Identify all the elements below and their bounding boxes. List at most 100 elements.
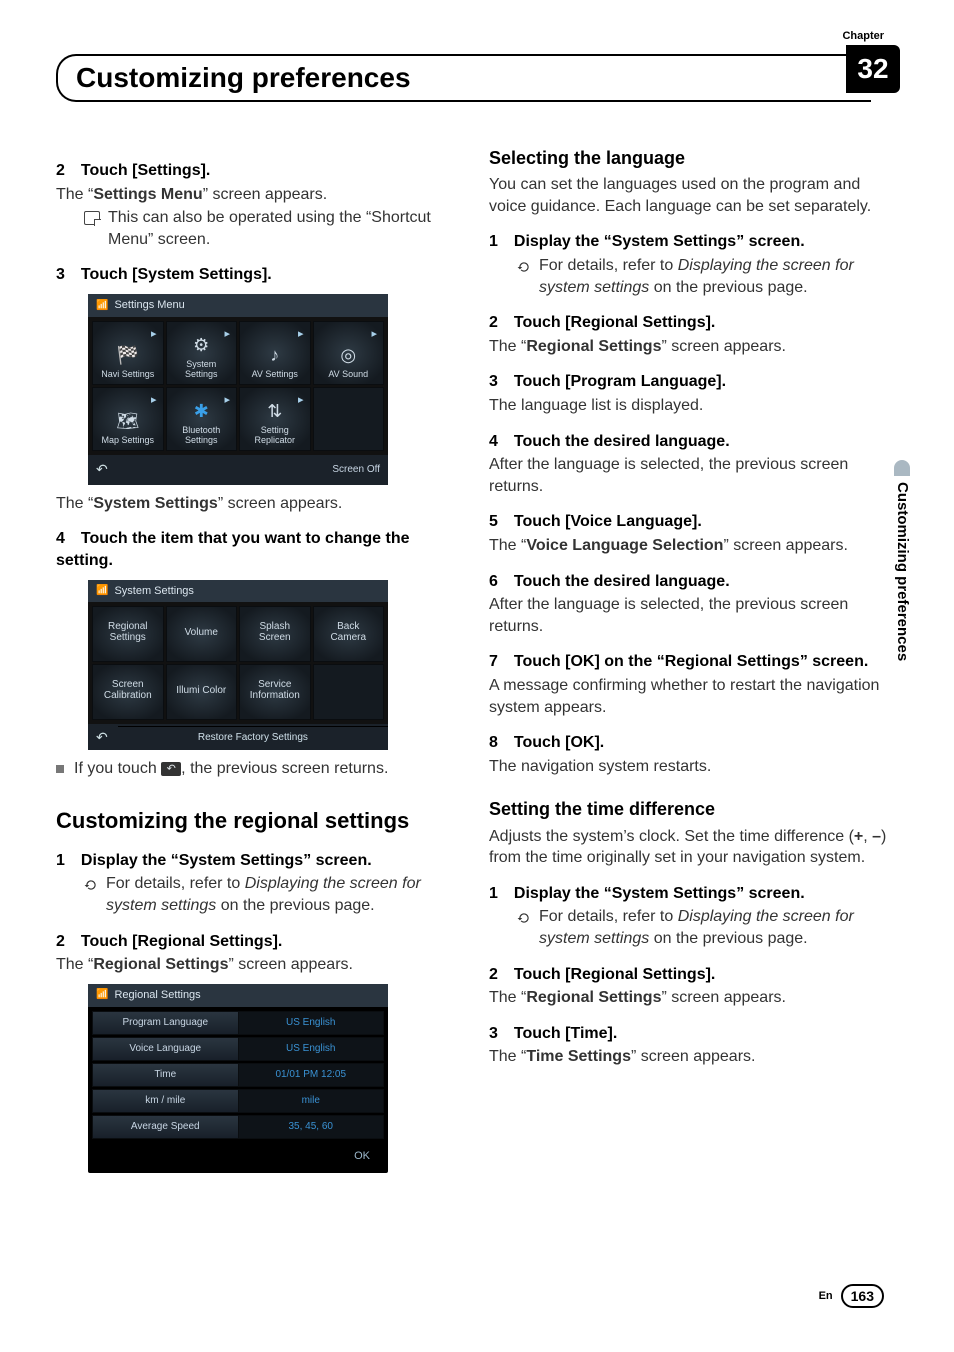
lang-step-3-line: The language list is displayed. xyxy=(489,395,898,417)
content-columns: 2 Touch [Settings]. The “Settings Menu” … xyxy=(56,146,898,1181)
table-row[interactable]: Voice Language US English xyxy=(92,1037,384,1061)
left-column: 2 Touch [Settings]. The “Settings Menu” … xyxy=(56,146,465,1181)
shot-title: Settings Menu xyxy=(114,298,184,313)
ref-text: For details, refer to Displaying the scr… xyxy=(106,873,465,916)
splash-screen-button[interactable]: Splash Screen xyxy=(239,606,311,662)
ref-text: For details, refer to Displaying the scr… xyxy=(539,255,898,298)
txt: on the previous page. xyxy=(216,897,374,914)
illumi-color-button[interactable]: Illumi Color xyxy=(166,664,238,720)
lang-step-6-head: 6 Touch the desired language. xyxy=(489,571,898,593)
setting-replicator-button[interactable]: ▸⇅Setting Replicator xyxy=(239,387,311,451)
step-3-head: 3 Touch [System Settings]. xyxy=(56,264,465,286)
lang-step-1-ref: For details, refer to Displaying the scr… xyxy=(489,255,898,298)
txt: For details, refer to xyxy=(106,875,245,892)
volume-button[interactable]: Volume xyxy=(166,606,238,662)
txt: The “ xyxy=(489,989,526,1006)
reference-arrow-icon xyxy=(517,910,531,924)
page: Chapter 32 Customizing preferences Custo… xyxy=(0,0,954,1352)
lang-step-3-head: 3 Touch [Program Language]. xyxy=(489,371,898,393)
empty-cell xyxy=(313,387,385,451)
screen-calibration-button[interactable]: Screen Calibration xyxy=(92,664,164,720)
page-title: Customizing preferences xyxy=(76,62,411,94)
system-settings-grid: Regional Settings Volume Splash Screen B… xyxy=(88,602,388,724)
lang-step-5-line: The “Voice Language Selection” screen ap… xyxy=(489,535,898,557)
label: Map Settings xyxy=(101,436,154,446)
bluetooth-settings-button[interactable]: ▸✱Bluetooth Settings xyxy=(166,387,238,451)
screen-off-button[interactable]: Screen Off xyxy=(332,463,380,477)
time-step-1-head: 1 Display the “System Settings” screen. xyxy=(489,883,898,905)
shot-title: Regional Settings xyxy=(114,988,200,1003)
regional-settings-button[interactable]: Regional Settings xyxy=(92,606,164,662)
side-tab-label: Customizing preferences xyxy=(894,476,911,661)
txt: ” screen appears. xyxy=(661,338,786,355)
settings-grid: ▸🏁Navi Settings ▸⚙System Settings ▸♪AV S… xyxy=(88,317,388,455)
row-value: US English xyxy=(238,1037,385,1061)
label: Regional Settings xyxy=(108,621,147,643)
footer-page-number: 163 xyxy=(841,1284,884,1308)
service-information-button[interactable]: Service Information xyxy=(239,664,311,720)
bold: Regional Settings xyxy=(93,956,228,973)
label: Bluetooth Settings xyxy=(182,426,220,446)
table-row[interactable]: Time 01/01 PM 12:05 xyxy=(92,1063,384,1087)
note-text: This can also be operated using the “Sho… xyxy=(108,207,465,250)
bold: Regional Settings xyxy=(526,989,661,1006)
lang-step-8-head: 8 Touch [OK]. xyxy=(489,732,898,754)
txt: ” screen appears. xyxy=(228,956,353,973)
lang-step-1-head: 1 Display the “System Settings” screen. xyxy=(489,231,898,253)
time-step-2-line: The “Regional Settings” screen appears. xyxy=(489,987,898,1009)
txt: , xyxy=(863,828,872,845)
av-sound-button[interactable]: ▸◎AV Sound xyxy=(313,321,385,385)
ok-button[interactable]: OK xyxy=(344,1147,380,1166)
txt: ” screen appears. xyxy=(218,495,343,512)
txt: The “ xyxy=(489,537,526,554)
label: Setting Replicator xyxy=(254,426,295,446)
map-settings-button[interactable]: ▸🗺Map Settings xyxy=(92,387,164,451)
step-2-note: This can also be operated using the “Sho… xyxy=(56,207,465,250)
txt: ” screen appears. xyxy=(661,989,786,1006)
table-row[interactable]: Average Speed 35, 45, 60 xyxy=(92,1115,384,1139)
lang-step-8-line: The navigation system restarts. xyxy=(489,756,898,778)
table-row[interactable]: Program Language US English xyxy=(92,1011,384,1035)
after-shot1-text: The “System Settings” screen appears. xyxy=(56,493,465,515)
bold: Settings Menu xyxy=(93,186,202,203)
table-row[interactable]: km / mile mile xyxy=(92,1089,384,1113)
label: Splash Screen xyxy=(259,621,291,643)
time-step-3-line: The “Time Settings” screen appears. xyxy=(489,1046,898,1068)
row-value: 01/01 PM 12:05 xyxy=(238,1063,385,1087)
square-bullet-icon xyxy=(56,765,64,773)
chapter-label: Chapter xyxy=(842,30,884,42)
back-icon[interactable]: ↶ xyxy=(96,728,108,747)
speaker-icon: ◎ xyxy=(340,346,356,366)
txt: The “ xyxy=(56,495,93,512)
antenna-icon: 📶 xyxy=(96,988,108,1002)
txt: The “ xyxy=(489,338,526,355)
reference-arrow-icon xyxy=(84,877,98,891)
time-step-1-ref: For details, refer to Displaying the scr… xyxy=(489,906,898,949)
navi-settings-button[interactable]: ▸🏁Navi Settings xyxy=(92,321,164,385)
restore-factory-button[interactable]: Restore Factory Settings xyxy=(118,726,388,749)
back-note-text: If you touch ↶, the previous screen retu… xyxy=(74,758,388,780)
txt: ” screen appears. xyxy=(203,186,328,203)
txt: on the previous page. xyxy=(649,930,807,947)
page-title-bar: Customizing preferences xyxy=(56,54,871,102)
shot-header: 📶 Settings Menu xyxy=(88,294,388,317)
footer-lang: En xyxy=(819,1290,833,1302)
label: AV Sound xyxy=(328,370,368,380)
regional-settings-screenshot: 📶 Regional Settings Program Language US … xyxy=(88,984,388,1174)
back-camera-button[interactable]: Back Camera xyxy=(313,606,385,662)
time-diff-heading: Setting the time difference xyxy=(489,797,898,821)
regional-table: Program Language US English Voice Langua… xyxy=(88,1007,388,1139)
reg-step-1-ref: For details, refer to Displaying the scr… xyxy=(56,873,465,916)
txt: For details, refer to xyxy=(539,257,678,274)
system-settings-button[interactable]: ▸⚙System Settings xyxy=(166,321,238,385)
av-settings-button[interactable]: ▸♪AV Settings xyxy=(239,321,311,385)
row-value: US English xyxy=(238,1011,385,1035)
txt: Adjusts the system’s clock. Set the time… xyxy=(489,828,854,845)
side-tab: Customizing preferences xyxy=(894,460,910,760)
label: Illumi Color xyxy=(176,685,226,696)
step-2-head: 2 Touch [Settings]. xyxy=(56,160,465,182)
gear-icon: ⚙ xyxy=(193,336,209,356)
back-icon[interactable]: ↶ xyxy=(96,460,108,479)
row-label: km / mile xyxy=(92,1089,238,1113)
label: System Settings xyxy=(185,360,218,380)
